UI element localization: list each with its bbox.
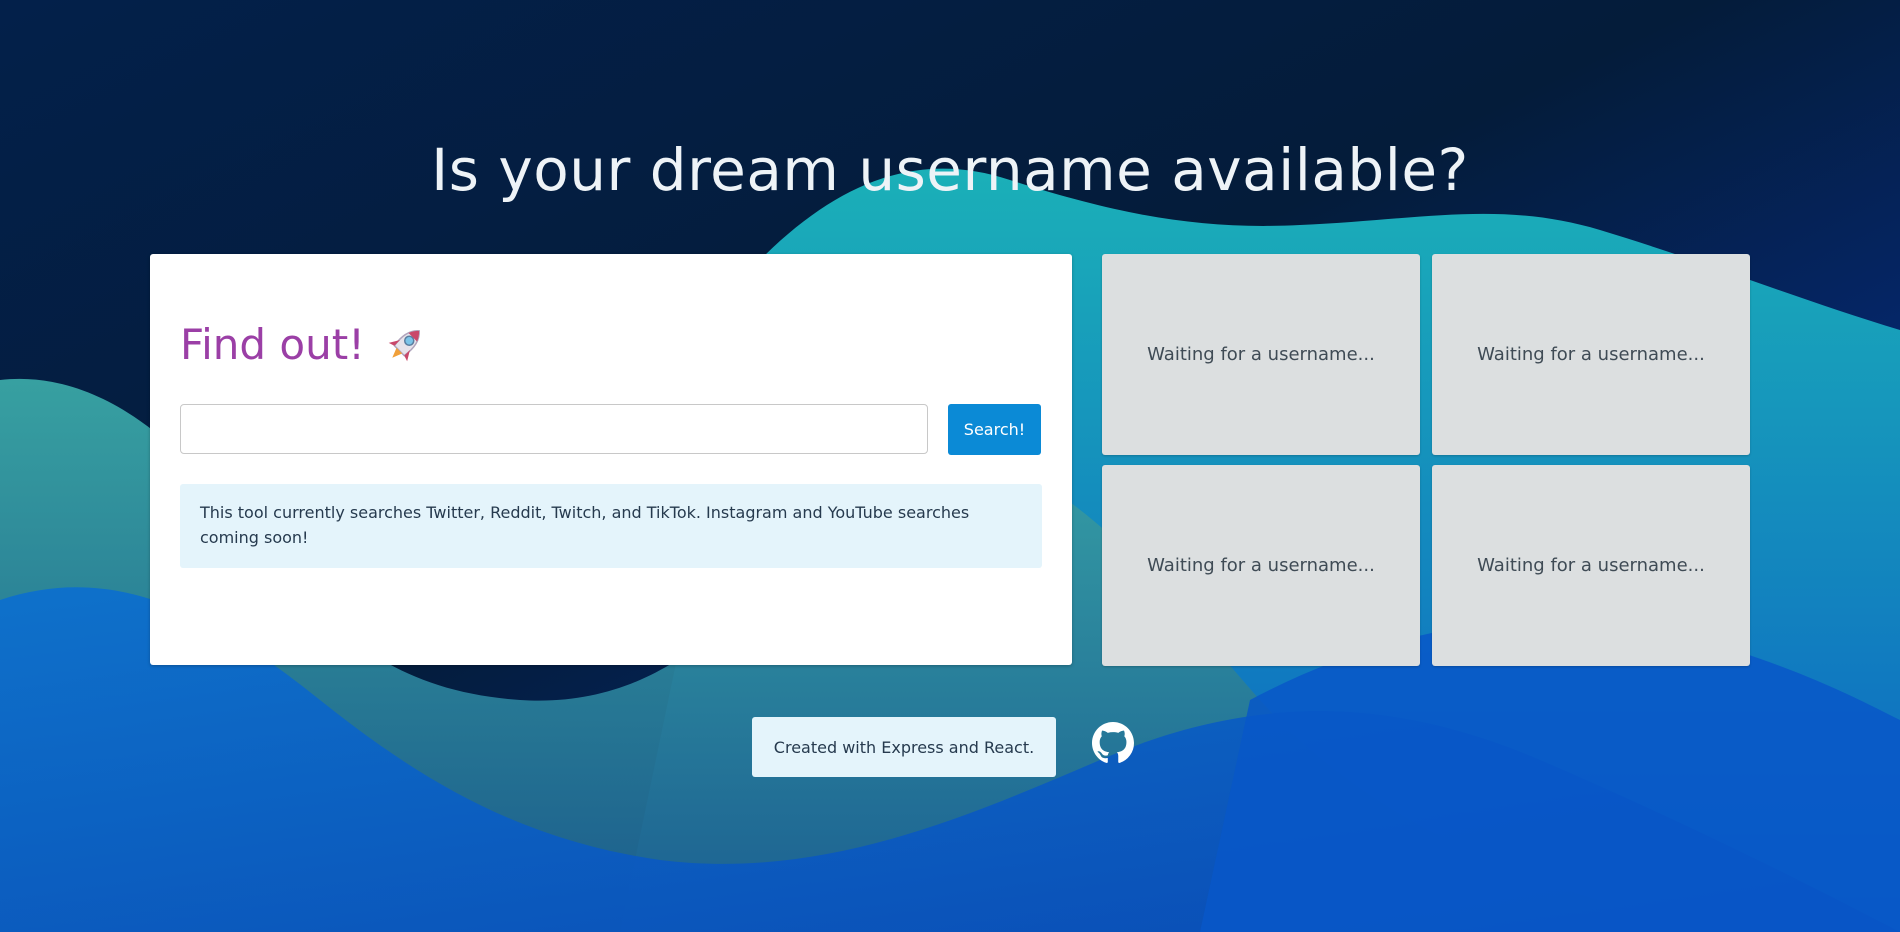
footer-credit-text: Created with Express and React. [773,737,1035,757]
result-status: Waiting for a username... [1147,555,1375,576]
result-status: Waiting for a username... [1477,344,1705,365]
search-card: Find out! Search! This tool currently se… [150,254,1072,665]
result-tile: Waiting for a username... [1432,254,1750,455]
result-tile: Waiting for a username... [1432,465,1750,666]
card-heading-text: Find out! [180,320,366,369]
page-title: Is your dream username available? [431,136,1469,204]
card-heading: Find out! [180,320,429,369]
result-tile: Waiting for a username... [1102,254,1420,455]
search-button[interactable]: Search! [948,404,1041,455]
result-status: Waiting for a username... [1147,344,1375,365]
result-status: Waiting for a username... [1477,555,1705,576]
result-tile: Waiting for a username... [1102,465,1420,666]
info-message: This tool currently searches Twitter, Re… [180,484,1042,568]
github-icon[interactable] [1092,722,1134,764]
footer-credit: Created with Express and React. [752,717,1056,777]
username-search-input[interactable] [180,404,928,454]
rocket-icon [381,321,429,369]
